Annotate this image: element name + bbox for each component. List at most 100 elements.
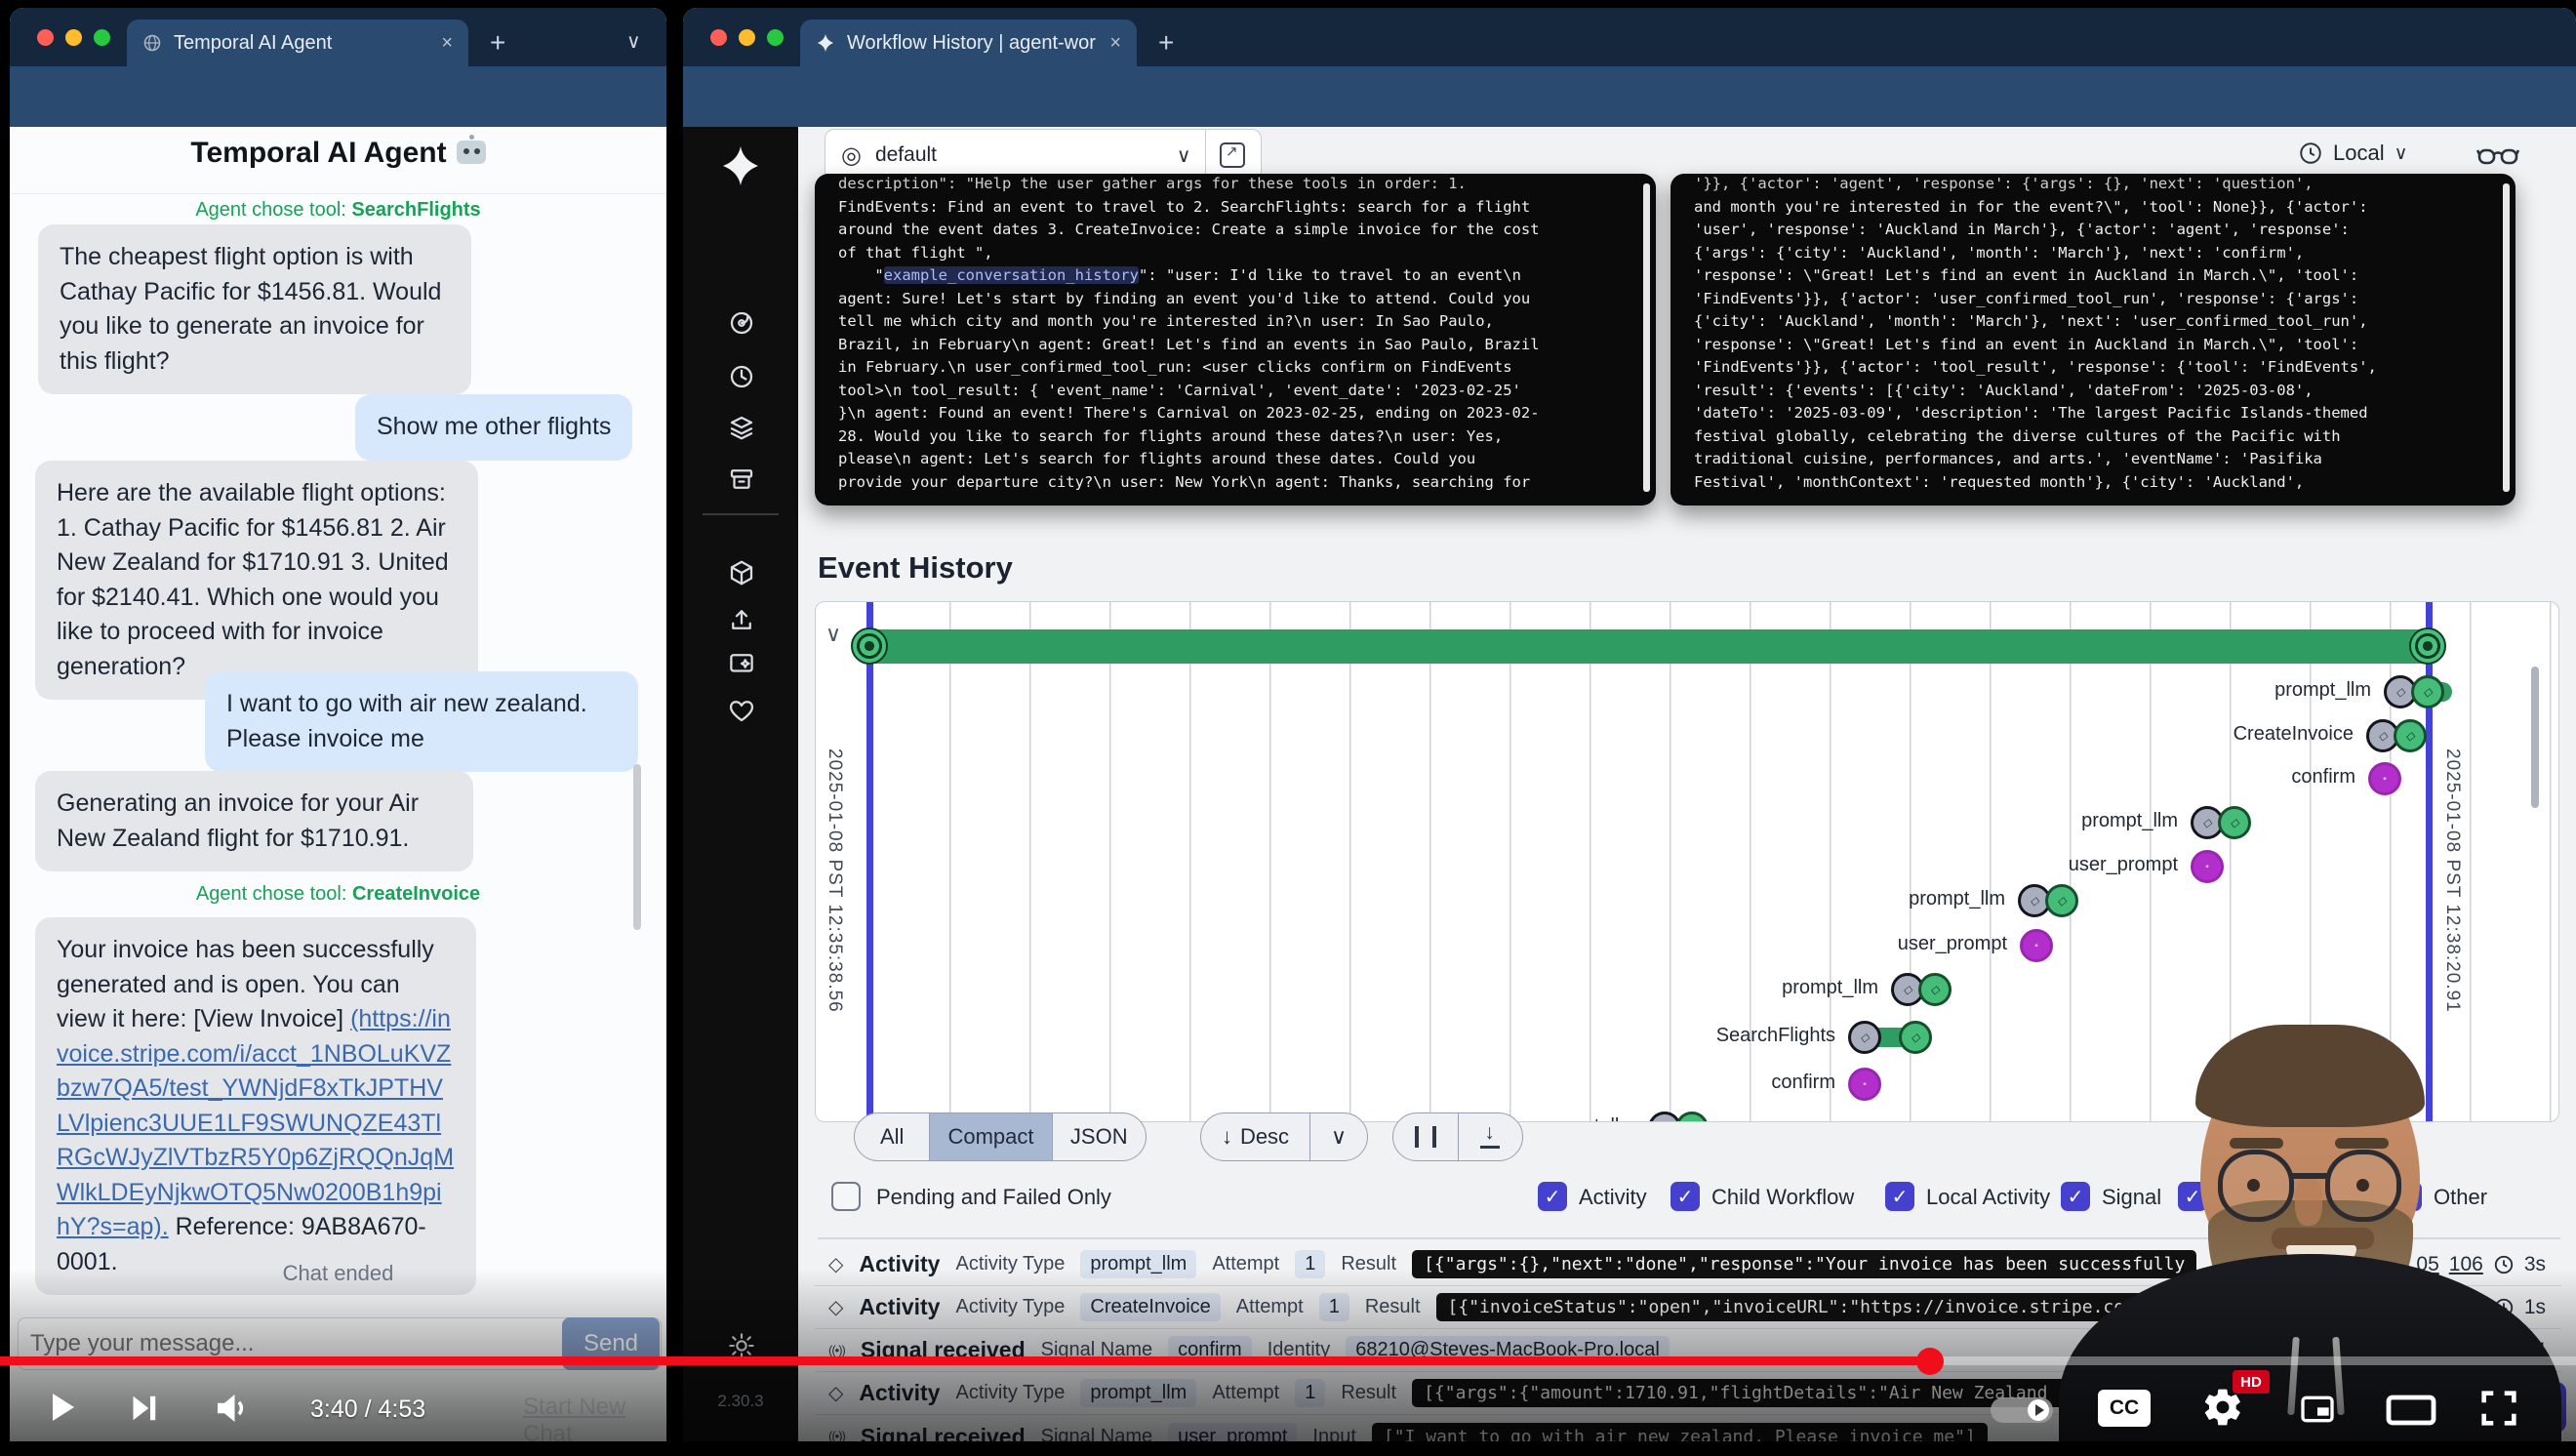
timeline-event-activity[interactable] <box>1891 973 1952 1006</box>
child-workflow-checkbox[interactable] <box>1670 1182 1700 1211</box>
code-line: around the event dates 3. CreateInvoice:… <box>838 219 1632 242</box>
feedback-icon[interactable] <box>727 649 756 678</box>
archive-icon[interactable] <box>727 465 756 494</box>
view-all-tab[interactable]: All <box>855 1113 929 1160</box>
code-line: 'FindEvents'}}, {'actor': 'user_confirme… <box>1694 288 2492 311</box>
sort-chevron-button[interactable] <box>1309 1113 1367 1160</box>
invoice-link[interactable]: (https://invoice.stripe.com/i/acct_1NBOL… <box>57 1005 454 1240</box>
schedules-icon[interactable] <box>727 362 756 391</box>
code-scrollbar[interactable] <box>2503 183 2510 492</box>
code-line: "example_conversation_history": "user: I… <box>838 264 1632 288</box>
tool-note-prefix: Agent chose tool: <box>196 883 352 905</box>
code-line: traditional cuisine, performances, and a… <box>1694 448 2492 471</box>
event-label: prompt_llm <box>1539 1115 1635 1122</box>
timeline-start-timestamp: 2025-01-08 PST 12:35:38.56 <box>824 748 845 1013</box>
close-window-button[interactable] <box>710 29 727 46</box>
fullscreen-button[interactable] <box>2476 1386 2521 1431</box>
code-text: ": "user: I'd like to travel to an event… <box>1139 266 1521 284</box>
pause-icon <box>1415 1126 1436 1148</box>
tab-close-icon[interactable]: × <box>1109 32 1121 55</box>
code-line: and month you're interested in for the e… <box>1694 196 2492 220</box>
pause-button[interactable] <box>1393 1113 1458 1160</box>
progress-played <box>0 1356 1930 1365</box>
right-toolbar: ← → ↻ i localhost:8233/namespaces/defaul… <box>683 66 2576 127</box>
activity-checkbox[interactable] <box>1538 1182 1567 1211</box>
workflows-icon[interactable] <box>727 308 756 338</box>
browser-tab[interactable]: Workflow History | agent-wor × <box>800 20 1137 66</box>
close-window-button[interactable] <box>37 29 54 46</box>
browser-tab[interactable]: Temporal AI Agent × <box>127 20 468 66</box>
autoplay-toggle[interactable] <box>1991 1397 2053 1423</box>
activity-label: Activity <box>1579 1185 1647 1210</box>
nav-divider <box>703 513 779 515</box>
view-json-tab[interactable]: JSON <box>1052 1113 1147 1160</box>
minimize-window-button[interactable] <box>739 29 755 46</box>
zoom-window-button[interactable] <box>94 29 110 46</box>
download-button[interactable] <box>1458 1113 1523 1160</box>
timeline-event-activity[interactable] <box>2191 806 2251 839</box>
timeline-event-activity[interactable] <box>1848 1021 1932 1054</box>
timezone-select[interactable]: Local <box>2298 141 2408 166</box>
new-tab-button[interactable]: + <box>1158 27 1174 59</box>
timeline-scrollbar[interactable] <box>2531 667 2539 808</box>
agent-message: The cheapest flight option is with Catha… <box>38 224 471 394</box>
tab-close-icon[interactable]: × <box>441 32 453 55</box>
code-line: of that flight ", <box>838 242 1632 265</box>
import-icon[interactable] <box>727 605 756 634</box>
robot-icon <box>457 141 486 164</box>
timeline-event-activity[interactable] <box>2384 675 2461 708</box>
timeline-event-signal[interactable] <box>2368 762 2401 795</box>
workflow-start-marker[interactable] <box>851 627 888 665</box>
timeline-event-activity[interactable] <box>2366 719 2427 752</box>
tab-search-chevron-icon[interactable] <box>626 29 641 54</box>
labs-glasses-icon[interactable] <box>2476 142 2519 172</box>
tab-title: Workflow History | agent-wor <box>847 32 1098 55</box>
chat-scrollbar[interactable] <box>633 764 641 930</box>
view-compact-tab[interactable]: Compact <box>929 1113 1051 1160</box>
favorites-heart-icon[interactable] <box>727 696 756 725</box>
download-icon <box>1477 1124 1503 1150</box>
pending-failed-label: Pending and Failed Only <box>876 1185 1111 1210</box>
child-workflow-label: Child Workflow <box>1711 1185 1854 1210</box>
timeline-event-activity[interactable] <box>2018 884 2078 917</box>
deployments-icon[interactable] <box>727 413 756 442</box>
workflow-execution-bar[interactable] <box>869 629 2431 664</box>
event-label: confirm <box>2291 766 2355 789</box>
presenter-nose <box>2295 1177 2322 1226</box>
code-line: 'user', 'response': 'Auckland in March'}… <box>1694 219 2492 242</box>
timezone-chevron-icon <box>2395 142 2408 165</box>
captions-button[interactable]: CC <box>2098 1390 2151 1427</box>
code-line: '}}, {'actor': 'agent', 'response': {'ar… <box>1694 174 2492 196</box>
collapse-timeline-icon[interactable] <box>825 622 841 647</box>
timeline-event-signal[interactable] <box>1848 1068 1881 1101</box>
local-activity-checkbox[interactable] <box>1885 1182 1914 1211</box>
namespaces-icon[interactable] <box>727 558 756 587</box>
theater-mode-button[interactable] <box>2385 1394 2437 1427</box>
code-line: 'result': {'events': [{'city': 'Auckland… <box>1694 380 2492 403</box>
code-line: in February.\n user_confirmed_tool_run: … <box>838 356 1632 380</box>
workflow-end-marker[interactable] <box>2409 627 2446 665</box>
temporal-logo <box>719 144 762 187</box>
miniplayer-button[interactable] <box>2295 1390 2340 1429</box>
timeline-event-signal[interactable] <box>2191 850 2224 883</box>
minimize-window-button[interactable] <box>65 29 82 46</box>
user-message: I want to go with air new zealand. Pleas… <box>205 671 638 772</box>
pending-failed-checkbox[interactable] <box>831 1182 861 1211</box>
open-namespace-icon[interactable] <box>1220 142 1245 168</box>
timeline-event-activity[interactable] <box>1648 1112 1709 1122</box>
tool-note: Agent chose tool: SearchFlights <box>10 199 666 222</box>
progress-scrubber[interactable] <box>1916 1348 1944 1375</box>
new-tab-button[interactable]: + <box>490 27 505 59</box>
timeline-event-signal[interactable] <box>2020 929 2053 962</box>
code-line: tell me which city and month you're inte… <box>838 310 1632 334</box>
play-button[interactable] <box>37 1384 84 1431</box>
next-button[interactable] <box>123 1388 164 1429</box>
volume-button[interactable] <box>211 1388 252 1429</box>
presenter-glasses-lens <box>2218 1150 2294 1222</box>
zoom-window-button[interactable] <box>767 29 784 46</box>
timezone-label: Local <box>2333 141 2385 166</box>
sort-desc-button[interactable]: ↓Desc <box>1201 1113 1309 1160</box>
event-label: prompt_llm <box>1782 977 1878 999</box>
view-mode-segmented: All Compact JSON <box>854 1112 1147 1161</box>
code-scrollbar[interactable] <box>1643 183 1650 492</box>
